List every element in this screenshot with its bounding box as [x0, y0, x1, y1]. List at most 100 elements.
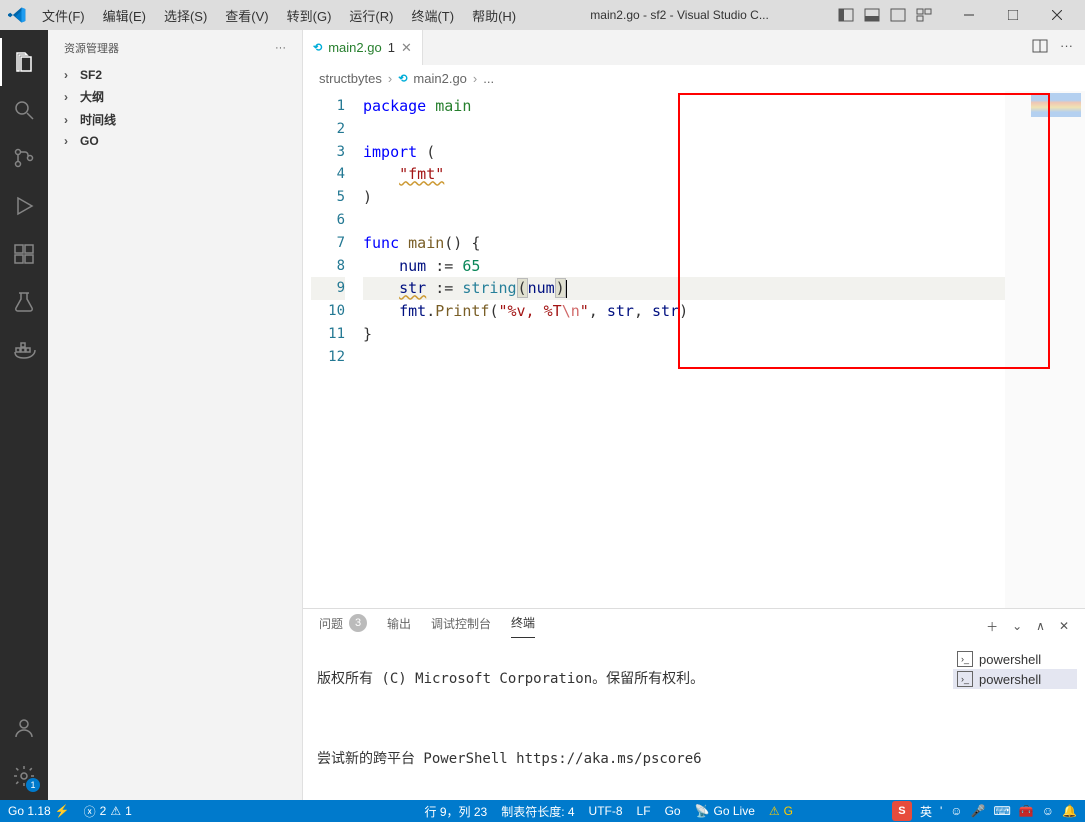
editor-more-icon[interactable]: ··· — [1060, 38, 1073, 57]
layout-right-icon[interactable] — [887, 4, 909, 26]
maximize-panel-icon[interactable]: ∧ — [1036, 619, 1045, 633]
bolt-icon: ⚡ — [55, 804, 70, 818]
explorer-icon[interactable] — [0, 38, 48, 86]
explorer-sidebar: 资源管理器 ··· ›SF2 ›大纲 ›时间线 ›GO — [48, 30, 303, 800]
tab-main2go[interactable]: ⟲ main2.go 1 ✕ — [303, 30, 423, 65]
terminal-list: ›_powershell ›_powershell — [945, 643, 1085, 800]
status-go-version[interactable]: Go 1.18 ⚡ — [8, 804, 70, 818]
panel-tabs: 问题3 输出 调试控制台 终端 ＋ ⌄ ∧ ✕ — [303, 609, 1085, 643]
status-analysis[interactable]: ⚠G — [769, 804, 793, 818]
menu-edit[interactable]: 编辑(E) — [95, 2, 154, 29]
menu-help[interactable]: 帮助(H) — [464, 2, 524, 29]
chevron-right-icon: › — [64, 68, 76, 82]
menubar: 文件(F) 编辑(E) 选择(S) 查看(V) 转到(G) 运行(R) 终端(T… — [34, 2, 524, 29]
chevron-right-icon: › — [473, 71, 477, 86]
maximize-button[interactable] — [993, 1, 1033, 29]
terminal-shell-icon: ›_ — [957, 671, 973, 687]
tray-comma-icon[interactable]: ' — [940, 804, 942, 818]
code-editor[interactable]: 123456789101112 package main import ( "f… — [303, 91, 1085, 608]
status-cursor-position[interactable]: 行 9，列 23 — [425, 803, 488, 820]
terminal-entry[interactable]: ›_powershell — [953, 649, 1077, 669]
tabs-bar: ⟲ main2.go 1 ✕ ··· — [303, 30, 1085, 65]
minimap[interactable] — [1005, 91, 1085, 608]
status-eol[interactable]: LF — [637, 804, 651, 818]
tray-toolbox-icon[interactable]: 🧰 — [1019, 804, 1034, 818]
status-tab-size[interactable]: 制表符长度: 4 — [501, 803, 574, 820]
sidebar-more-icon[interactable]: ··· — [275, 42, 286, 54]
split-editor-icon[interactable] — [1032, 38, 1048, 57]
sidebar-title: 资源管理器 — [64, 40, 119, 56]
sidebar-header: 资源管理器 ··· — [48, 30, 302, 65]
status-language[interactable]: Go — [665, 804, 681, 818]
ime-icon[interactable]: S — [892, 801, 912, 821]
window-controls — [835, 1, 1077, 29]
menu-view[interactable]: 查看(V) — [217, 2, 276, 29]
minimize-button[interactable] — [949, 1, 989, 29]
status-encoding[interactable]: UTF-8 — [589, 804, 623, 818]
code-content[interactable]: package main import ( "fmt" ) func main(… — [363, 91, 1085, 608]
main-container: 1 资源管理器 ··· ›SF2 ›大纲 ›时间线 ›GO ⟲ main2.go… — [0, 30, 1085, 800]
close-button[interactable] — [1037, 1, 1077, 29]
sidebar-section-timeline[interactable]: ›时间线 — [48, 108, 302, 131]
sidebar-section-sf2[interactable]: ›SF2 — [48, 65, 302, 85]
tab-debug-console[interactable]: 调试控制台 — [431, 615, 491, 638]
sidebar-section-go[interactable]: ›GO — [48, 131, 302, 151]
breadcrumbs[interactable]: structbytes › ⟲ main2.go › ... — [303, 65, 1085, 91]
menu-terminal[interactable]: 终端(T) — [403, 2, 462, 29]
vscode-logo-icon — [8, 6, 26, 24]
menu-run[interactable]: 运行(R) — [341, 2, 401, 29]
warning-icon: ⚠ — [110, 804, 121, 818]
chevron-right-icon: › — [64, 113, 76, 127]
layout-bottom-icon[interactable] — [861, 4, 883, 26]
tray-mic-icon[interactable]: 🎤 — [971, 804, 986, 818]
chevron-right-icon: › — [388, 71, 392, 86]
settings-icon[interactable]: 1 — [0, 752, 48, 800]
editor-container: ⟲ main2.go 1 ✕ ··· structbytes › ⟲ main2… — [303, 30, 1085, 800]
error-icon: ⓧ — [84, 803, 96, 820]
feedback-icon[interactable]: ☺ — [1042, 804, 1054, 818]
run-debug-icon[interactable] — [0, 182, 48, 230]
sidebar-section-outline[interactable]: ›大纲 — [48, 85, 302, 108]
settings-badge: 1 — [26, 778, 40, 792]
terminal-output[interactable]: 版权所有 (C) Microsoft Corporation。保留所有权利。 尝… — [303, 643, 945, 800]
menu-go[interactable]: 转到(G) — [279, 2, 340, 29]
tray-keyboard-icon[interactable]: ⌨ — [994, 804, 1011, 818]
activitybar: 1 — [0, 30, 48, 800]
testing-icon[interactable] — [0, 278, 48, 326]
docker-icon[interactable] — [0, 326, 48, 374]
menu-file[interactable]: 文件(F) — [34, 2, 93, 29]
terminal-entry[interactable]: ›_powershell — [953, 669, 1077, 689]
search-icon[interactable] — [0, 86, 48, 134]
terminal-dropdown-icon[interactable]: ⌄ — [1012, 619, 1022, 633]
chevron-right-icon: › — [64, 90, 76, 104]
window-title: main2.go - sf2 - Visual Studio C... — [524, 8, 835, 22]
terminal-body: 版权所有 (C) Microsoft Corporation。保留所有权利。 尝… — [303, 643, 1085, 800]
broadcast-icon: 📡 — [695, 804, 710, 818]
layout-left-icon[interactable] — [835, 4, 857, 26]
new-terminal-icon[interactable]: ＋ — [986, 618, 998, 635]
system-tray: S 英 ' ☺ 🎤 ⌨ 🧰 ☺ 🔔 — [892, 800, 1077, 822]
accounts-icon[interactable] — [0, 704, 48, 752]
bottom-panel: 问题3 输出 调试控制台 终端 ＋ ⌄ ∧ ✕ 版权所有 (C) Microso… — [303, 608, 1085, 800]
bell-icon[interactable]: 🔔 — [1062, 804, 1077, 818]
titlebar: 文件(F) 编辑(E) 选择(S) 查看(V) 转到(G) 运行(R) 终端(T… — [0, 0, 1085, 30]
tab-output[interactable]: 输出 — [387, 615, 411, 638]
text-cursor — [566, 280, 567, 298]
layout-customize-icon[interactable] — [913, 4, 935, 26]
tab-terminal[interactable]: 终端 — [511, 614, 535, 638]
ime-language[interactable]: 英 — [920, 803, 932, 820]
close-tab-icon[interactable]: ✕ — [401, 40, 412, 56]
editor-split: 123456789101112 package main import ( "f… — [303, 91, 1085, 800]
close-panel-icon[interactable]: ✕ — [1059, 619, 1069, 633]
menu-selection[interactable]: 选择(S) — [156, 2, 215, 29]
tab-problems[interactable]: 问题3 — [319, 614, 367, 638]
problems-badge: 3 — [349, 614, 367, 632]
warning-icon: ⚠ — [769, 804, 780, 818]
chevron-right-icon: › — [64, 134, 76, 148]
status-problems[interactable]: ⓧ 2 ⚠ 1 — [84, 803, 132, 820]
extensions-icon[interactable] — [0, 230, 48, 278]
go-file-icon: ⟲ — [398, 72, 407, 85]
tray-smiley-icon[interactable]: ☺ — [950, 804, 962, 818]
status-go-live[interactable]: 📡Go Live — [695, 804, 755, 818]
source-control-icon[interactable] — [0, 134, 48, 182]
